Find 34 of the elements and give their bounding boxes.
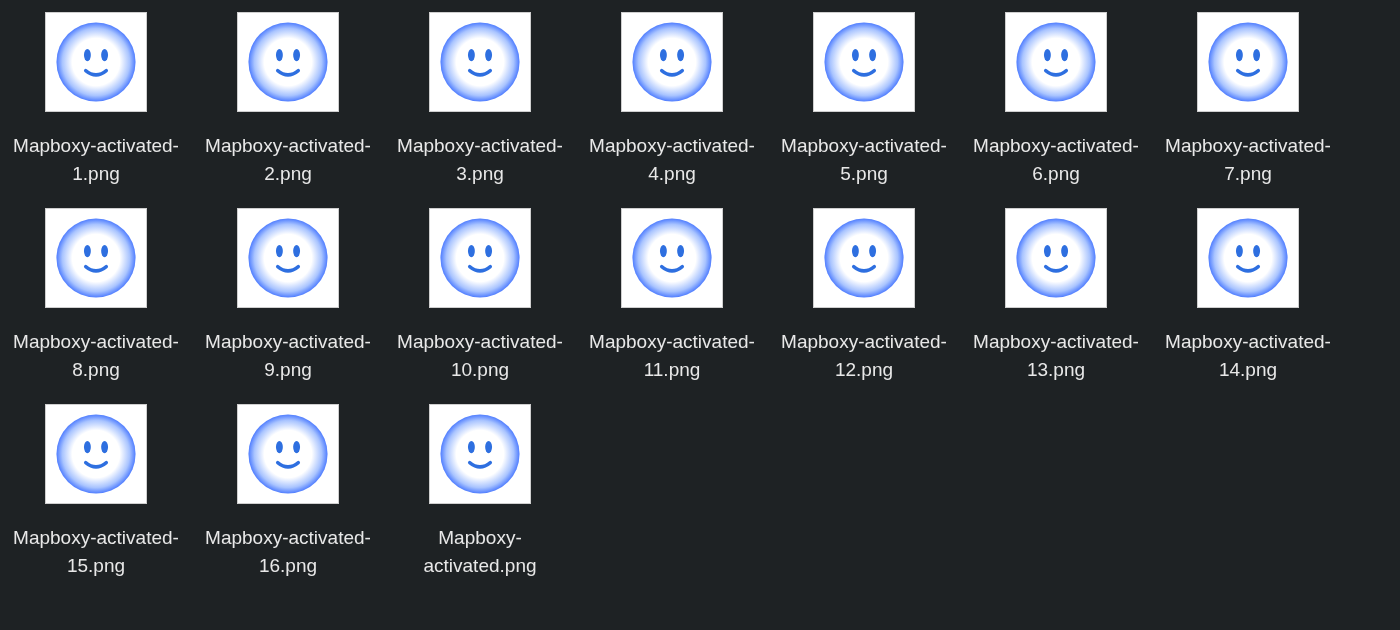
file-name[interactable]: Mapboxy-activated-4.png: [579, 132, 765, 188]
file-name[interactable]: Mapboxy-activated-10.png: [387, 328, 573, 384]
smiley-thumbnail[interactable]: [1005, 208, 1107, 308]
file-name[interactable]: Mapboxy-activated-8.png: [3, 328, 189, 384]
smiley-thumbnail[interactable]: [237, 404, 339, 504]
file-name[interactable]: Mapboxy-activated-6.png: [963, 132, 1149, 188]
smiley-thumbnail[interactable]: [237, 12, 339, 112]
smiley-thumbnail[interactable]: [1005, 12, 1107, 112]
file-name[interactable]: Mapboxy-activated-15.png: [3, 524, 189, 580]
smiley-thumbnail[interactable]: [45, 12, 147, 112]
file-name[interactable]: Mapboxy-activated-16.png: [195, 524, 381, 580]
smiley-thumbnail[interactable]: [813, 12, 915, 112]
smiley-thumbnail[interactable]: [429, 404, 531, 504]
file-name[interactable]: Mapboxy-activated-14.png: [1155, 328, 1341, 384]
file-name[interactable]: Mapboxy-activated-1.png: [3, 132, 189, 188]
smiley-thumbnail[interactable]: [1197, 12, 1299, 112]
smiley-thumbnail[interactable]: [237, 208, 339, 308]
file-name[interactable]: Mapboxy-activated.png: [387, 524, 573, 580]
smiley-thumbnail[interactable]: [45, 404, 147, 504]
file-name[interactable]: Mapboxy-activated-9.png: [195, 328, 381, 384]
smiley-thumbnail[interactable]: [45, 208, 147, 308]
file-name[interactable]: Mapboxy-activated-13.png: [963, 328, 1149, 384]
smiley-thumbnail[interactable]: [429, 208, 531, 308]
smiley-thumbnail[interactable]: [1197, 208, 1299, 308]
file-name[interactable]: Mapboxy-activated-11.png: [579, 328, 765, 384]
smiley-thumbnail[interactable]: [813, 208, 915, 308]
file-name[interactable]: Mapboxy-activated-5.png: [771, 132, 957, 188]
file-name[interactable]: Mapboxy-activated-12.png: [771, 328, 957, 384]
smiley-thumbnail[interactable]: [621, 208, 723, 308]
file-name[interactable]: Mapboxy-activated-7.png: [1155, 132, 1341, 188]
smiley-thumbnail[interactable]: [429, 12, 531, 112]
smiley-thumbnail[interactable]: [621, 12, 723, 112]
file-name[interactable]: Mapboxy-activated-3.png: [387, 132, 573, 188]
file-name[interactable]: Mapboxy-activated-2.png: [195, 132, 381, 188]
